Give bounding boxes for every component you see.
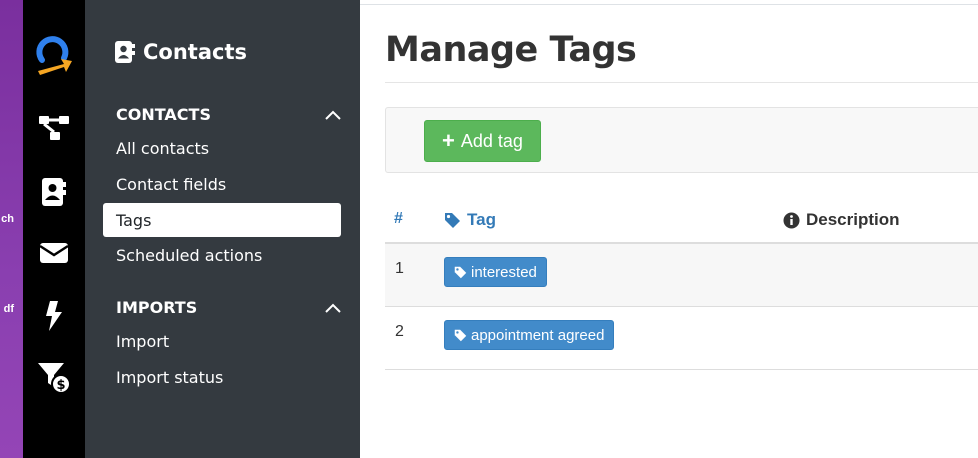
sidebar-item-tags[interactable]: Tags — [103, 203, 341, 237]
section-label: CONTACTS — [116, 105, 211, 124]
desktop-label: ch — [1, 213, 14, 225]
page-title: Manage Tags — [385, 30, 637, 70]
toolbar: + Add tag — [385, 107, 978, 173]
table-header: # Tag Description — [385, 198, 978, 244]
tag-badge-label: appointment agreed — [471, 326, 605, 344]
tag-badge[interactable]: interested — [444, 257, 547, 287]
sidebar-item-contact-fields[interactable]: Contact fields — [103, 167, 341, 201]
sidebar-item-import-status[interactable]: Import status — [103, 360, 341, 394]
row-number: 2 — [395, 323, 404, 340]
sidebar-title-text: Contacts — [143, 40, 247, 64]
sidebar: Contacts CONTACTS All contacts Contact f… — [85, 0, 360, 458]
svg-text:$: $ — [56, 378, 65, 393]
funnel-dollar-icon[interactable]: $ — [23, 358, 85, 398]
column-header-number[interactable]: # — [394, 210, 403, 228]
contacts-icon[interactable] — [23, 172, 85, 212]
desktop-label: df — [3, 303, 14, 315]
table-row: 2 appointment agreed — [385, 307, 978, 370]
icon-rail: $ — [23, 0, 85, 458]
title-divider — [385, 82, 978, 83]
row-number: 1 — [395, 260, 404, 277]
sidebar-item-import[interactable]: Import — [103, 324, 341, 358]
column-header-description-label: Description — [806, 210, 900, 229]
plus-icon: + — [442, 128, 455, 153]
tag-icon — [454, 266, 467, 278]
tag-icon — [445, 212, 460, 228]
info-circle-icon — [783, 212, 800, 228]
main-content: Manage Tags + Add tag # Tag Description … — [360, 0, 978, 458]
column-header-tag[interactable]: Tag — [444, 210, 496, 230]
tags-table: # Tag Description 1 interested 2 appoint… — [385, 198, 978, 370]
automation-flow-icon[interactable] — [23, 108, 85, 148]
chevron-up-icon[interactable] — [325, 303, 341, 313]
tag-badge-label: interested — [471, 263, 537, 281]
sidebar-item-all-contacts[interactable]: All contacts — [103, 131, 341, 165]
logo-icon[interactable] — [23, 33, 85, 77]
column-header-number-label: # — [394, 210, 403, 227]
section-label: IMPORTS — [116, 298, 198, 317]
column-header-description: Description — [783, 210, 900, 230]
sidebar-title: Contacts — [115, 40, 247, 64]
table-row: 1 interested — [385, 244, 978, 307]
add-tag-label: Add tag — [460, 130, 523, 151]
sidebar-item-scheduled-actions[interactable]: Scheduled actions — [103, 238, 341, 272]
section-header-contacts[interactable]: CONTACTS — [116, 105, 341, 124]
add-tag-button[interactable]: + Add tag — [424, 120, 541, 162]
contacts-book-icon — [115, 41, 135, 63]
top-divider — [360, 4, 978, 5]
chevron-up-icon[interactable] — [325, 110, 341, 120]
column-header-tag-label: Tag — [467, 210, 496, 229]
desktop-background: ch df — [0, 0, 23, 458]
tag-badge[interactable]: appointment agreed — [444, 320, 615, 350]
tag-icon — [454, 329, 467, 341]
mail-icon[interactable] — [23, 233, 85, 273]
bolt-icon[interactable] — [23, 296, 85, 336]
section-header-imports[interactable]: IMPORTS — [116, 298, 341, 317]
